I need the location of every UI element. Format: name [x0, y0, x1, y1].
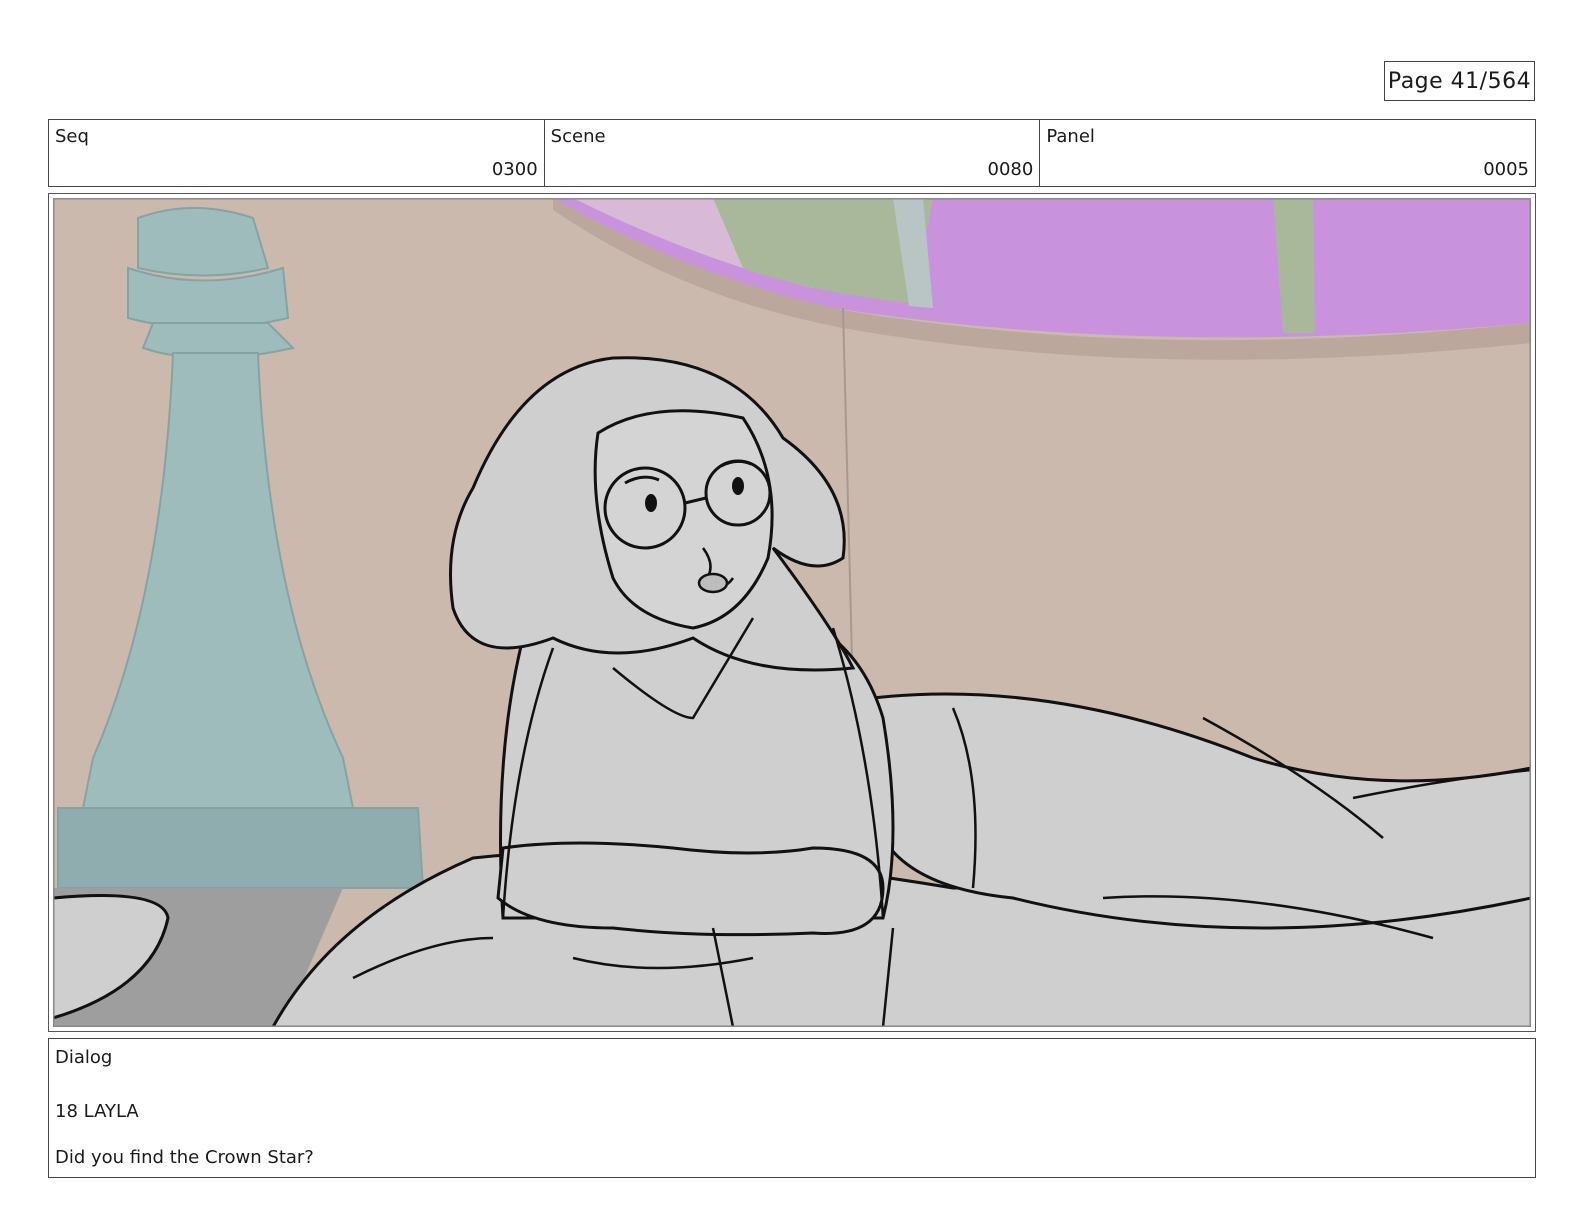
- panel-info-header: Seq 0300 Scene 0080 Panel 0005: [48, 119, 1536, 187]
- dialog-line-speaker: 18 LAYLA: [55, 1101, 139, 1122]
- panel-label: Panel: [1046, 126, 1095, 147]
- page-number: Page 41/564: [1384, 61, 1535, 101]
- right-eye: [732, 477, 744, 495]
- storyboard-drawing: [53, 198, 1531, 1027]
- scene-cell: Scene 0080: [545, 120, 1041, 186]
- dialog-body: 18 LAYLA Did you find the Crown Star?: [55, 1077, 314, 1192]
- storyboard-frame: [48, 193, 1536, 1032]
- seq-value: 0300: [491, 159, 538, 180]
- seq-cell: Seq 0300: [49, 120, 545, 186]
- seq-label: Seq: [55, 126, 89, 147]
- dialog-line-text: Did you find the Crown Star?: [55, 1147, 314, 1168]
- dialog-label: Dialog: [55, 1047, 113, 1068]
- panel-cell: Panel 0005: [1040, 120, 1535, 186]
- panel-value: 0005: [1483, 159, 1530, 180]
- scene-label: Scene: [550, 126, 606, 147]
- dialog-box: Dialog 18 LAYLA Did you find the Crown S…: [48, 1038, 1536, 1178]
- left-eye: [645, 494, 657, 512]
- mouth: [697, 572, 729, 594]
- arms: [496, 841, 885, 937]
- scene-value: 0080: [987, 159, 1034, 180]
